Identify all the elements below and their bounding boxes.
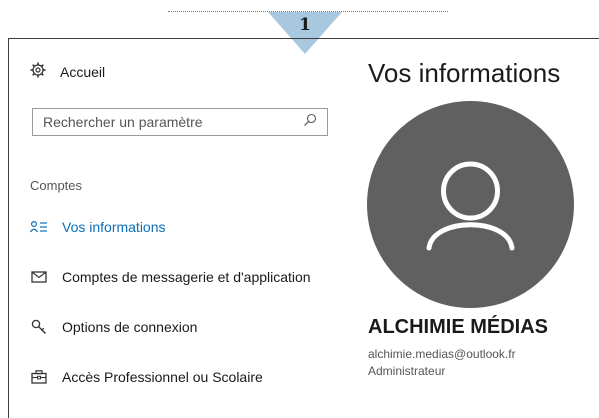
user-icon xyxy=(426,161,515,251)
briefcase-icon xyxy=(28,370,50,384)
person-list-icon xyxy=(28,220,50,234)
section-title-accounts: Comptes xyxy=(30,178,83,193)
search-input[interactable] xyxy=(43,114,283,130)
gear-icon xyxy=(30,62,46,81)
user-role: Administrateur xyxy=(368,364,446,378)
avatar[interactable] xyxy=(367,101,574,308)
sidebar-item-label: Accès Professionnel ou Scolaire xyxy=(62,369,263,385)
sidebar-item-work-school[interactable]: Accès Professionnel ou Scolaire xyxy=(28,369,263,385)
sidebar-item-label: Comptes de messagerie et d'application xyxy=(62,269,311,285)
user-name: ALCHIMIE MÉDIAS xyxy=(368,316,548,338)
nav-home-label: Accueil xyxy=(60,63,106,80)
sidebar-item-your-info[interactable]: Vos informations xyxy=(28,219,166,235)
sidebar-item-sign-in-options[interactable]: Options de connexion xyxy=(28,319,197,335)
search-box[interactable] xyxy=(32,108,328,136)
mail-icon xyxy=(28,271,50,283)
sidebar-item-label: Vos informations xyxy=(62,219,166,235)
user-email: alchimie.medias@outlook.fr xyxy=(368,347,516,361)
sidebar-item-email-accounts[interactable]: Comptes de messagerie et d'application xyxy=(28,269,311,285)
step-number: 1 xyxy=(299,15,311,35)
key-icon xyxy=(28,319,50,335)
sidebar-item-label: Options de connexion xyxy=(62,319,198,335)
nav-home[interactable]: Accueil xyxy=(30,62,105,81)
page-title: Vos informations xyxy=(368,58,561,88)
search-icon[interactable] xyxy=(303,113,317,132)
